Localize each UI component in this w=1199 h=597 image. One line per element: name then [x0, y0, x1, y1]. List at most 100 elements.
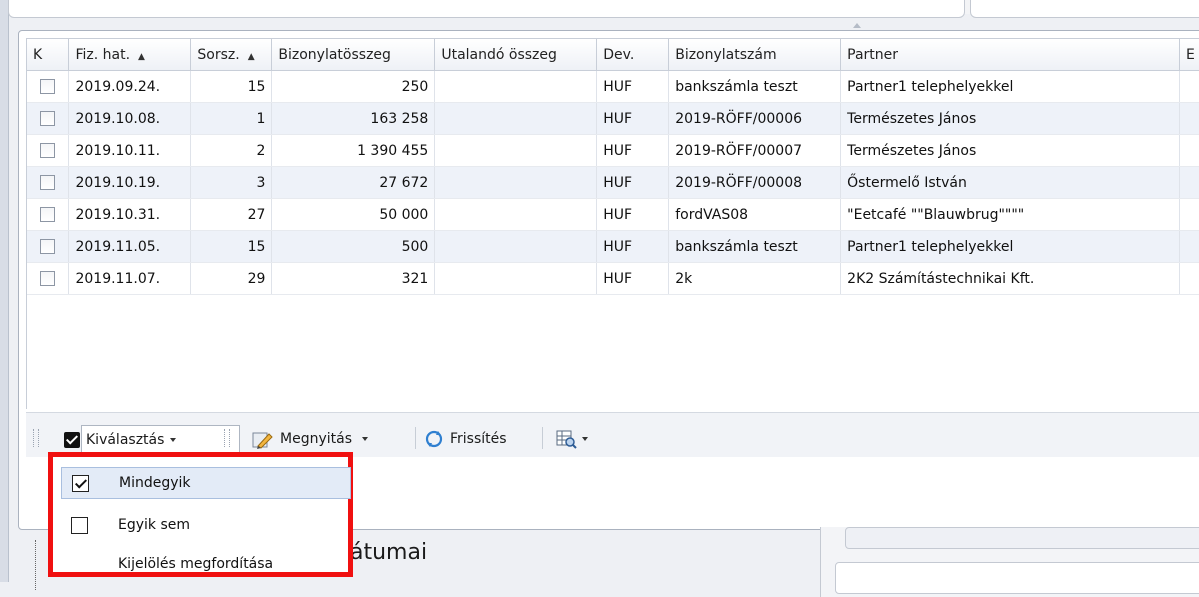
cell-transfer [434, 102, 598, 135]
row-checkbox[interactable] [40, 207, 56, 222]
cell-extra [1179, 166, 1199, 199]
chevron-down-icon [362, 437, 368, 441]
cell-partner: Természetes János [840, 102, 1180, 135]
cell-extra [1179, 230, 1199, 263]
cell-currency: HUF [596, 70, 670, 103]
toolbar-separator [542, 427, 543, 449]
cell-partner: "Eetcafé ""Blauwbrug"""" [840, 198, 1180, 231]
row-checkbox[interactable] [40, 239, 56, 254]
top-panel-right [970, 0, 1199, 18]
menu-item-label: Mindegyik [119, 475, 191, 491]
table-row[interactable]: 2019.10.11. 2 1 390 455 HUF 2019-RÖFF/00007 T… [27, 134, 1199, 167]
cell-doc-no: 2019-RÖFF/00007 [668, 134, 842, 167]
table-row[interactable]: 2019.10.08. 1 163 258 HUF 2019-RÖFF/00006 Ter… [27, 102, 1199, 135]
right-panel-toolbar [845, 527, 1199, 549]
row-checkbox[interactable] [40, 175, 56, 190]
cell-doc-no: 2019-RÖFF/00008 [668, 166, 842, 199]
cell-date: 2019.11.07. [68, 262, 192, 295]
checkbox-icon [64, 432, 80, 448]
top-panel [8, 0, 965, 18]
table-row[interactable]: 2019.11.07. 29 321 HUF 2k 2K2 Számítástechnik… [27, 262, 1199, 295]
column-header[interactable]: K [27, 39, 70, 71]
menu-item-invert-selection[interactable]: Kijelölés megfordítása [61, 548, 351, 580]
column-header[interactable]: Utalandó összeg [434, 39, 598, 71]
refresh-icon [425, 430, 443, 448]
column-header-label: Bizonylatszám [675, 46, 777, 63]
cell-amount: 50 000 [271, 198, 436, 231]
cell-amount: 250 [271, 70, 436, 103]
cell-currency: HUF [596, 134, 670, 167]
cell-seq: 2 [190, 134, 273, 167]
cell-currency: HUF [596, 198, 670, 231]
column-header-label: Utalandó összeg [441, 46, 557, 63]
view-options-button[interactable] [556, 427, 588, 451]
row-select-cell[interactable] [27, 134, 70, 167]
row-select-cell[interactable] [27, 102, 70, 135]
cell-seq: 27 [190, 198, 273, 231]
table-row[interactable]: 2019.10.19. 3 27 672 HUF 2019-RÖFF/00008 Őste… [27, 166, 1199, 199]
chevron-down-icon [582, 437, 588, 441]
row-checkbox[interactable] [40, 79, 56, 94]
column-header-label: Sorsz. [197, 46, 240, 63]
payments-table: K Fiz. hat. ▲ Sorsz. ▲ Bizonylatösszeg Utaland… [27, 39, 1199, 295]
chevron-down-icon [170, 438, 177, 442]
cell-doc-no: bankszámla teszt [668, 70, 842, 103]
cell-doc-no: fordVAS08 [668, 198, 842, 231]
payments-grid: K Fiz. hat. ▲ Sorsz. ▲ Bizonylatösszeg Utaland… [26, 38, 1199, 409]
cell-transfer [434, 198, 598, 231]
cell-currency: HUF [596, 262, 670, 295]
dotted-divider [35, 540, 36, 590]
column-header[interactable]: Partner [840, 39, 1180, 71]
cell-amount: 500 [271, 230, 436, 263]
splitter-arrow-icon[interactable] [853, 23, 861, 28]
refresh-label: Frissítés [450, 431, 507, 447]
pencil-document-icon [252, 432, 273, 449]
grid-toolbar: Kiválasztás Megnyitás Frissítés [26, 412, 1199, 457]
menu-item-label: Egyik sem [118, 517, 191, 533]
selection-dropdown-menu: Mindegyik Egyik sem Kijelölés megfordítá… [48, 452, 353, 577]
menu-item-select-all[interactable]: Mindegyik [61, 467, 351, 499]
row-checkbox[interactable] [40, 143, 56, 158]
row-select-cell[interactable] [27, 198, 70, 231]
table-row[interactable]: 2019.10.31. 27 50 000 HUF fordVAS08 "Eetcafé … [27, 198, 1199, 231]
table-search-icon [556, 430, 577, 449]
cell-currency: HUF [596, 230, 670, 263]
cell-doc-no: bankszámla teszt [668, 230, 842, 263]
toolbar-grip[interactable] [33, 429, 39, 447]
column-header-label: Fiz. hat. [75, 46, 131, 63]
row-select-cell[interactable] [27, 70, 70, 103]
column-header[interactable]: Dev. [596, 39, 670, 71]
right-panel-options [835, 562, 1199, 594]
row-checkbox[interactable] [40, 111, 56, 126]
cell-seq: 3 [190, 166, 273, 199]
toolbar-grip[interactable] [224, 429, 230, 447]
cell-seq: 15 [190, 70, 273, 103]
column-header-label: Partner [847, 46, 899, 63]
select-label: Kiválasztás [86, 432, 165, 448]
column-header-label: Bizonylatösszeg [278, 46, 391, 63]
column-header[interactable]: Sorsz. ▲ [190, 39, 273, 71]
column-header[interactable]: E [1179, 39, 1199, 71]
column-header-label: K [33, 46, 43, 63]
sort-ascending-icon: ▲ [138, 51, 145, 62]
row-select-cell[interactable] [27, 262, 70, 295]
refresh-button[interactable]: Frissítés [424, 427, 507, 451]
cell-transfer [434, 70, 598, 103]
table-row[interactable]: 2019.09.24. 15 250 HUF bankszámla teszt Partn… [27, 70, 1199, 103]
column-header[interactable]: Fiz. hat. ▲ [68, 39, 192, 71]
cell-amount: 27 672 [271, 166, 436, 199]
row-select-cell[interactable] [27, 166, 70, 199]
toolbar-separator [415, 427, 416, 449]
open-button[interactable]: Megnyitás [252, 427, 368, 451]
cell-extra [1179, 262, 1199, 295]
column-header[interactable]: Bizonylatszám [668, 39, 842, 71]
column-header[interactable]: Bizonylatösszeg [271, 39, 436, 71]
row-select-cell[interactable] [27, 230, 70, 263]
select-dropdown-content[interactable]: Kiválasztás [64, 428, 177, 452]
cell-date: 2019.10.19. [68, 166, 192, 199]
menu-item-select-none[interactable]: Egyik sem [61, 509, 351, 541]
table-row[interactable]: 2019.11.05. 15 500 HUF bankszámla teszt Partn… [27, 230, 1199, 263]
row-checkbox[interactable] [40, 271, 56, 286]
checkbox-checked-icon [72, 474, 89, 492]
cell-date: 2019.11.05. [68, 230, 192, 263]
